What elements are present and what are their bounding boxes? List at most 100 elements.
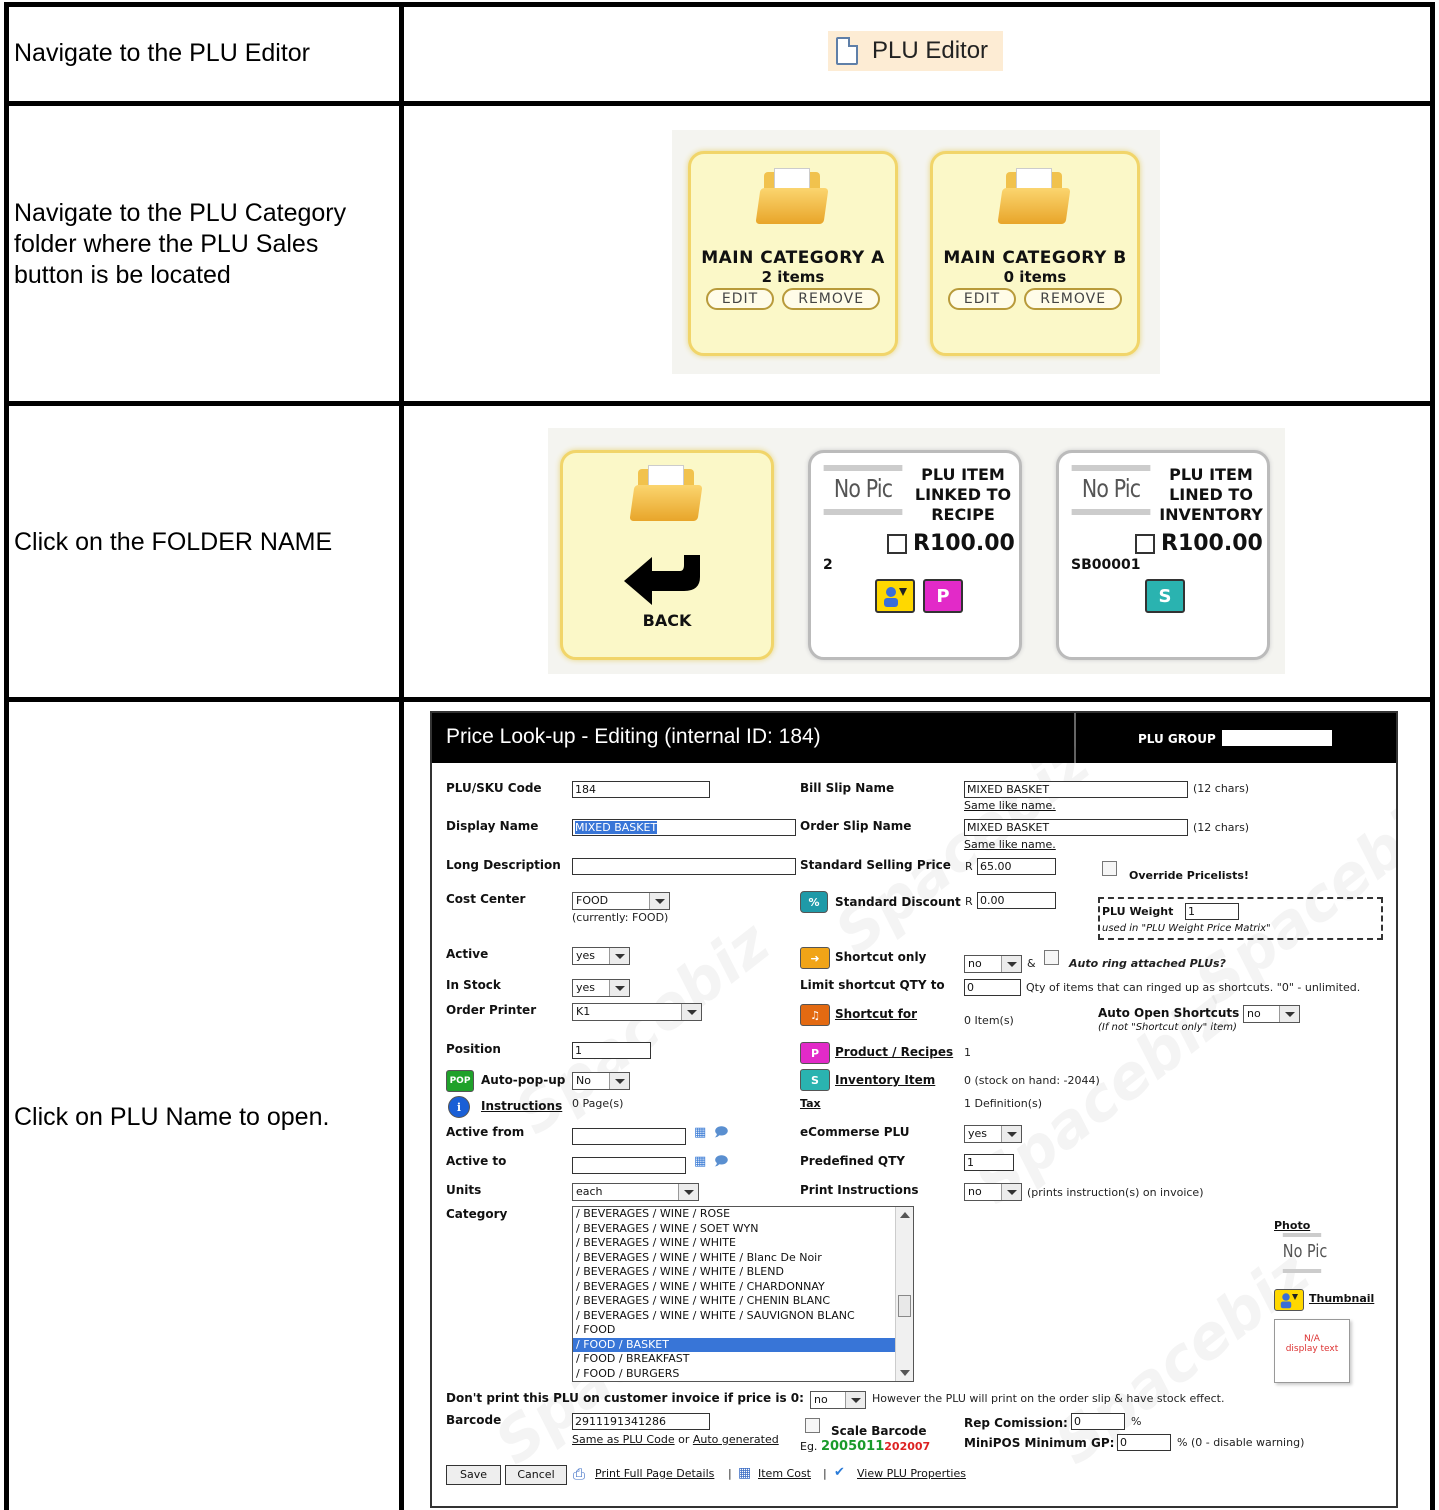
category-name[interactable]: MAIN CATEGORY B bbox=[933, 248, 1137, 268]
calendar-icon[interactable]: ▦ bbox=[694, 1154, 706, 1169]
cost-center-select[interactable]: FOOD bbox=[572, 892, 670, 910]
category-option[interactable]: / FOOD bbox=[573, 1323, 913, 1338]
calendar-icon[interactable]: ▦ bbox=[694, 1125, 706, 1140]
thumbnail-link[interactable]: Thumbnail bbox=[1309, 1292, 1374, 1305]
category-option-selected[interactable]: / FOOD / BASKET bbox=[573, 1337, 913, 1352]
shortcut-only-select[interactable]: no bbox=[964, 955, 1022, 973]
category-option[interactable]: / BEVERAGES / WINE / WHITE / CHENIN BLAN… bbox=[573, 1294, 913, 1309]
limit-shortcut-note: Qty of items that can ringed up as short… bbox=[1026, 981, 1361, 994]
active-select[interactable]: yes bbox=[572, 947, 630, 965]
product-recipe-icon[interactable]: P bbox=[923, 579, 963, 613]
category-count: 0 items bbox=[1003, 268, 1067, 286]
plu-name[interactable]: PLU ITEM LINKED TO RECIPE bbox=[911, 465, 1015, 525]
category-option[interactable]: / BEVERAGES / WINE / WHITE bbox=[573, 1236, 913, 1251]
standard-price-label: Standard Selling Price bbox=[800, 858, 951, 872]
bill-slip-input[interactable]: MIXED BASKET bbox=[964, 781, 1188, 798]
product-recipes-link[interactable]: Product / Recipes bbox=[835, 1045, 953, 1059]
instructions-link[interactable]: Instructions bbox=[481, 1099, 562, 1113]
active-to-input[interactable] bbox=[572, 1157, 686, 1174]
minipos-gp-input[interactable]: 0 bbox=[1117, 1434, 1171, 1451]
long-description-input[interactable] bbox=[572, 858, 796, 875]
override-checkbox[interactable] bbox=[1102, 861, 1117, 876]
barcode-input[interactable]: 2911191341286 bbox=[572, 1413, 710, 1430]
remove-button[interactable]: REMOVE bbox=[782, 288, 881, 310]
plu-edit-form: Price Look-up - Editing (internal ID: 18… bbox=[430, 711, 1398, 1508]
back-tile[interactable]: BACK bbox=[560, 450, 774, 660]
plu-name[interactable]: PLU ITEM LINED TO INVENTORY bbox=[1159, 465, 1263, 525]
shortcut-for-link[interactable]: Shortcut for bbox=[835, 1007, 917, 1021]
edit-button[interactable]: EDIT bbox=[947, 288, 1017, 310]
active-label: Active bbox=[446, 947, 489, 961]
clear-icon[interactable]: 🗩 bbox=[714, 1152, 728, 1174]
position-input[interactable]: 1 bbox=[572, 1042, 651, 1059]
photo-icon[interactable] bbox=[875, 579, 915, 613]
plu-sku-label: PLU/SKU Code bbox=[446, 781, 542, 795]
print-full-page-link[interactable]: Print Full Page Details bbox=[595, 1467, 714, 1480]
ecommerce-select[interactable]: yes bbox=[964, 1125, 1022, 1143]
info-icon: i bbox=[448, 1096, 470, 1118]
save-button[interactable]: Save bbox=[446, 1465, 501, 1485]
category-label: Category bbox=[446, 1207, 508, 1221]
inventory-icon: S bbox=[800, 1069, 830, 1091]
plu-tile-recipe[interactable]: No Pic PLU ITEM LINKED TO RECIPE R100.00… bbox=[808, 450, 1022, 660]
rep-commission-input[interactable]: 0 bbox=[1071, 1413, 1125, 1430]
remove-button[interactable]: REMOVE bbox=[1024, 288, 1123, 310]
category-listbox[interactable]: / BEVERAGES / WINE / ROSE / BEVERAGES / … bbox=[572, 1206, 914, 1382]
standard-discount-input[interactable]: 0.00 bbox=[977, 892, 1056, 909]
print-instructions-select[interactable]: no bbox=[964, 1183, 1022, 1201]
limit-shortcut-input[interactable]: 0 bbox=[964, 979, 1021, 996]
category-scrollbar[interactable] bbox=[895, 1207, 913, 1381]
view-plu-properties-link[interactable]: View PLU Properties bbox=[857, 1467, 966, 1480]
category-option[interactable]: / BEVERAGES / WINE / WHITE / BLEND bbox=[573, 1265, 913, 1280]
in-stock-select[interactable]: yes bbox=[572, 979, 630, 997]
category-option[interactable]: / FOOD / BREAKFAST bbox=[573, 1352, 913, 1367]
category-option[interactable]: / BEVERAGES / WINE / ROSE bbox=[573, 1207, 913, 1222]
same-like-name-link[interactable]: Same like name. bbox=[964, 799, 1056, 812]
auto-popup-select[interactable]: No bbox=[572, 1072, 630, 1090]
plu-tile-inventory[interactable]: No Pic PLU ITEM LINED TO INVENTORY R100.… bbox=[1056, 450, 1270, 660]
row-divider bbox=[9, 697, 1430, 702]
category-tile-b[interactable]: MAIN CATEGORY B 0 items EDIT REMOVE bbox=[930, 151, 1140, 356]
category-tile-a[interactable]: MAIN CATEGORY A 2 items EDIT REMOVE bbox=[688, 151, 898, 356]
units-select[interactable]: each bbox=[572, 1183, 699, 1201]
plu-sku-input[interactable]: 184 bbox=[572, 781, 710, 798]
scale-barcode-checkbox[interactable] bbox=[805, 1418, 820, 1433]
plu-weight-input[interactable]: 1 bbox=[1185, 903, 1239, 920]
order-slip-input[interactable]: MIXED BASKET bbox=[964, 819, 1188, 836]
plu-group-input[interactable] bbox=[1222, 730, 1332, 746]
dont-print-select[interactable]: no bbox=[810, 1391, 866, 1409]
category-name[interactable]: MAIN CATEGORY A bbox=[691, 248, 895, 268]
select-checkbox[interactable] bbox=[887, 533, 907, 554]
auto-open-select[interactable]: no bbox=[1243, 1005, 1300, 1023]
separator: | bbox=[823, 1467, 827, 1480]
cancel-button[interactable]: Cancel bbox=[505, 1465, 567, 1485]
select-checkbox[interactable] bbox=[1135, 533, 1155, 554]
minipos-gp-note: % (0 - disable warning) bbox=[1177, 1436, 1305, 1449]
display-name-input[interactable]: MIXED BASKET bbox=[572, 819, 796, 836]
plu-editor-button[interactable]: PLU Editor bbox=[828, 31, 1003, 71]
active-from-input[interactable] bbox=[572, 1128, 686, 1145]
photo-link[interactable]: Photo bbox=[1274, 1219, 1310, 1232]
same-as-plu-link[interactable]: Same as PLU Code bbox=[572, 1433, 675, 1446]
item-cost-link[interactable]: Item Cost bbox=[758, 1467, 811, 1480]
category-option[interactable]: / BEVERAGES / WINE / WHITE / CHARDONNAY bbox=[573, 1280, 913, 1295]
inventory-icon[interactable]: S bbox=[1145, 579, 1185, 613]
category-option[interactable]: / BEVERAGES / WINE / WHITE / SAUVIGNON B… bbox=[573, 1309, 913, 1324]
same-like-name-link[interactable]: Same like name. bbox=[964, 838, 1056, 851]
category-option[interactable]: / FOOD / BURGERS bbox=[573, 1367, 913, 1382]
auto-ring-checkbox[interactable] bbox=[1044, 950, 1059, 965]
back-arrow-icon bbox=[624, 555, 700, 605]
predefined-qty-input[interactable]: 1 bbox=[964, 1154, 1014, 1171]
standard-price-input[interactable]: 65.00 bbox=[977, 858, 1056, 875]
tax-link[interactable]: Tax bbox=[800, 1097, 821, 1110]
inventory-item-link[interactable]: Inventory Item bbox=[835, 1073, 935, 1087]
category-option[interactable]: / BEVERAGES / WINE / SOET WYN bbox=[573, 1222, 913, 1237]
percent-sign: % bbox=[1131, 1415, 1142, 1428]
order-printer-select[interactable]: K1 bbox=[572, 1003, 702, 1021]
shortcut-icon: ➜ bbox=[800, 947, 830, 969]
clear-icon[interactable]: 🗩 bbox=[714, 1123, 728, 1145]
category-option[interactable]: / BEVERAGES / WINE / WHITE / Blanc De No… bbox=[573, 1251, 913, 1266]
edit-button[interactable]: EDIT bbox=[705, 288, 775, 310]
auto-generated-link[interactable]: Auto generated bbox=[693, 1433, 779, 1446]
order-printer-label: Order Printer bbox=[446, 1003, 537, 1017]
